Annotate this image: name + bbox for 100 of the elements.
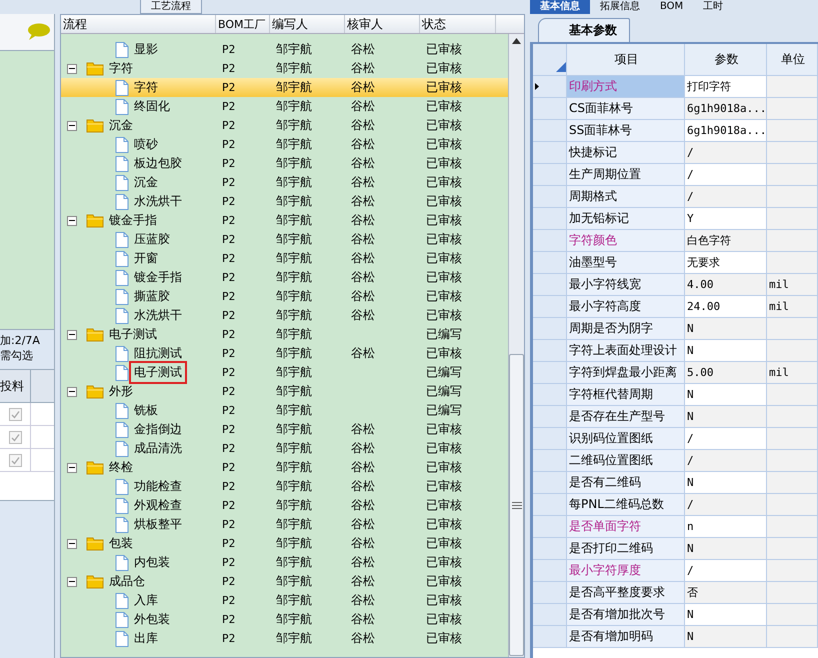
table-cell[interactable]: 4.00 bbox=[685, 274, 767, 296]
step-name[interactable]: 沉金 bbox=[132, 174, 160, 191]
tree-row[interactable]: 水洗烘干 P2 邹宇航 谷松 已审核 bbox=[61, 192, 508, 211]
step-name[interactable]: 包装 bbox=[107, 535, 135, 552]
tree-row[interactable]: 出库 P2 邹宇航 谷松 已审核 bbox=[61, 629, 508, 648]
step-name[interactable]: 功能检查 bbox=[132, 478, 184, 495]
step-name[interactable]: 撕蓝胶 bbox=[132, 288, 172, 305]
table-cell[interactable]: 否 bbox=[685, 582, 767, 604]
tab[interactable]: 拓展信息 bbox=[590, 0, 650, 14]
table-cell[interactable]: 5.00 bbox=[685, 362, 767, 384]
tree-row[interactable]: 显影 P2 邹宇航 谷松 已审核 bbox=[61, 40, 508, 59]
tree-row[interactable]: 水洗烘干 P2 邹宇航 谷松 已审核 bbox=[61, 306, 508, 325]
tree-row[interactable]: 内包装 P2 邹宇航 谷松 已审核 bbox=[61, 553, 508, 572]
tree-row[interactable]: 成品仓 P2 邹宇航 谷松 已审核 bbox=[61, 572, 508, 591]
table-cell[interactable]: / bbox=[685, 494, 767, 516]
tree-row[interactable]: 沉金 P2 邹宇航 谷松 已审核 bbox=[61, 116, 508, 135]
column-header[interactable]: 核审人 bbox=[345, 15, 420, 33]
table-cell[interactable]: N bbox=[685, 318, 767, 340]
step-name[interactable]: 电子测试 bbox=[107, 326, 159, 343]
step-name[interactable]: 成品清洗 bbox=[132, 440, 184, 457]
tree-row[interactable]: 压蓝胶 P2 邹宇航 谷松 已审核 bbox=[61, 230, 508, 249]
step-name[interactable]: 外形 bbox=[107, 383, 135, 400]
step-name[interactable]: 镀金手指 bbox=[107, 212, 159, 229]
table-cell[interactable]: / bbox=[685, 560, 767, 582]
step-name[interactable]: 电子测试 bbox=[132, 364, 184, 381]
tree-row[interactable]: 终检 P2 邹宇航 谷松 已审核 bbox=[61, 458, 508, 477]
step-name[interactable]: 铣板 bbox=[132, 402, 160, 419]
step-name[interactable]: 水洗烘干 bbox=[132, 307, 184, 324]
column-header[interactable]: 项目 bbox=[567, 44, 685, 76]
tree-row[interactable]: 功能检查 P2 邹宇航 谷松 已审核 bbox=[61, 477, 508, 496]
step-name[interactable]: 字符 bbox=[132, 79, 160, 96]
subtab[interactable]: 基本参数 bbox=[538, 18, 630, 42]
tree-row[interactable]: 外形 P2 邹宇航 已编写 bbox=[61, 382, 508, 401]
step-name[interactable]: 喷砂 bbox=[132, 136, 160, 153]
tree-row[interactable]: 烘板整平 P2 邹宇航 谷松 已审核 bbox=[61, 515, 508, 534]
step-name[interactable]: 成品仓 bbox=[107, 573, 147, 590]
tree-row[interactable]: 字符 P2 邹宇航 谷松 已审核 bbox=[61, 59, 508, 78]
table-cell[interactable]: N bbox=[685, 604, 767, 626]
tab[interactable]: 基本信息 bbox=[530, 0, 590, 14]
tree-row[interactable]: 终固化 P2 邹宇航 谷松 已审核 bbox=[61, 97, 508, 116]
table-cell[interactable]: N bbox=[685, 406, 767, 428]
step-name[interactable]: 开窗 bbox=[132, 250, 160, 267]
table-cell[interactable]: N bbox=[685, 384, 767, 406]
step-name[interactable]: 金指倒边 bbox=[132, 421, 184, 438]
column-header[interactable]: BOM工厂 bbox=[216, 15, 270, 33]
step-name[interactable]: 外观检查 bbox=[132, 497, 184, 514]
tree-row[interactable]: 金指倒边 P2 邹宇航 谷松 已审核 bbox=[61, 420, 508, 439]
tree-row[interactable]: 撕蓝胶 P2 邹宇航 谷松 已审核 bbox=[61, 287, 508, 306]
table-cell[interactable]: 打印字符 bbox=[685, 76, 767, 98]
tree-row[interactable]: 喷砂 P2 邹宇航 谷松 已审核 bbox=[61, 135, 508, 154]
tree-row[interactable]: 铣板 P2 邹宇航 已编写 bbox=[61, 401, 508, 420]
tree-row[interactable]: 字符 P2 邹宇航 谷松 已审核 bbox=[61, 78, 508, 97]
tree-row[interactable]: 电子测试 P2 邹宇航 已编写 bbox=[61, 325, 508, 344]
tree-row[interactable]: 阻抗测试 P2 邹宇航 谷松 已审核 bbox=[61, 344, 508, 363]
table-cell[interactable]: 6g1h9018a... bbox=[685, 120, 767, 142]
step-name[interactable]: 外包装 bbox=[132, 611, 172, 628]
column-header[interactable]: 流程 bbox=[61, 15, 216, 33]
step-name[interactable]: 板边包胶 bbox=[132, 155, 184, 172]
tree-row[interactable]: 镀金手指 P2 邹宇航 谷松 已审核 bbox=[61, 268, 508, 287]
step-name[interactable]: 终检 bbox=[107, 459, 135, 476]
tree-row[interactable]: 开窗 P2 邹宇航 谷松 已审核 bbox=[61, 249, 508, 268]
column-header[interactable]: 单位 bbox=[767, 44, 818, 76]
tree-row[interactable]: 包装 P2 邹宇航 谷松 已审核 bbox=[61, 534, 508, 553]
step-name[interactable]: 内包装 bbox=[132, 554, 172, 571]
step-name[interactable]: 终固化 bbox=[132, 98, 172, 115]
step-name[interactable]: 水洗烘干 bbox=[132, 193, 184, 210]
tree-row[interactable]: 外观检查 P2 邹宇航 谷松 已审核 bbox=[61, 496, 508, 515]
table-cell[interactable]: / bbox=[685, 428, 767, 450]
table-cell[interactable]: Y bbox=[685, 208, 767, 230]
step-name[interactable]: 烘板整平 bbox=[132, 516, 184, 533]
table-cell[interactable]: 24.00 bbox=[685, 296, 767, 318]
table-cell[interactable]: N bbox=[685, 340, 767, 362]
tree-row[interactable]: 镀金手指 P2 邹宇航 谷松 已审核 bbox=[61, 211, 508, 230]
tree-row[interactable]: 入库 P2 邹宇航 谷松 已审核 bbox=[61, 591, 508, 610]
table-cell[interactable]: 6g1h9018a... bbox=[685, 98, 767, 120]
panel-tab[interactable]: 工艺流程 bbox=[140, 0, 202, 14]
tab[interactable]: BOM bbox=[650, 0, 694, 14]
step-name[interactable]: 入库 bbox=[132, 592, 160, 609]
step-name[interactable]: 出库 bbox=[132, 630, 160, 647]
tree-row[interactable]: 电子测试 P2 邹宇航 已编写 bbox=[61, 363, 508, 382]
step-name[interactable]: 显影 bbox=[132, 41, 160, 58]
table-cell[interactable]: / bbox=[685, 186, 767, 208]
step-name[interactable]: 沉金 bbox=[107, 117, 135, 134]
table-cell[interactable]: N bbox=[685, 538, 767, 560]
step-name[interactable]: 阻抗测试 bbox=[132, 345, 184, 362]
table-cell[interactable]: N bbox=[685, 626, 767, 648]
table-cell[interactable]: n bbox=[685, 516, 767, 538]
table-cell[interactable]: 无要求 bbox=[685, 252, 767, 274]
column-header[interactable]: 状态 bbox=[420, 15, 496, 33]
table-cell[interactable]: / bbox=[685, 142, 767, 164]
table-cell[interactable]: / bbox=[685, 450, 767, 472]
step-name[interactable]: 镀金手指 bbox=[132, 269, 184, 286]
column-header[interactable]: 参数 bbox=[685, 44, 767, 76]
column-header[interactable]: 编写人 bbox=[270, 15, 345, 33]
tree-row[interactable]: 成品清洗 P2 邹宇航 谷松 已审核 bbox=[61, 439, 508, 458]
tree-row[interactable]: 外包装 P2 邹宇航 谷松 已审核 bbox=[61, 610, 508, 629]
table-cell[interactable]: / bbox=[685, 164, 767, 186]
table-cell[interactable]: 白色字符 bbox=[685, 230, 767, 252]
tab[interactable]: 工时 bbox=[693, 0, 734, 14]
step-name[interactable]: 字符 bbox=[107, 60, 135, 77]
